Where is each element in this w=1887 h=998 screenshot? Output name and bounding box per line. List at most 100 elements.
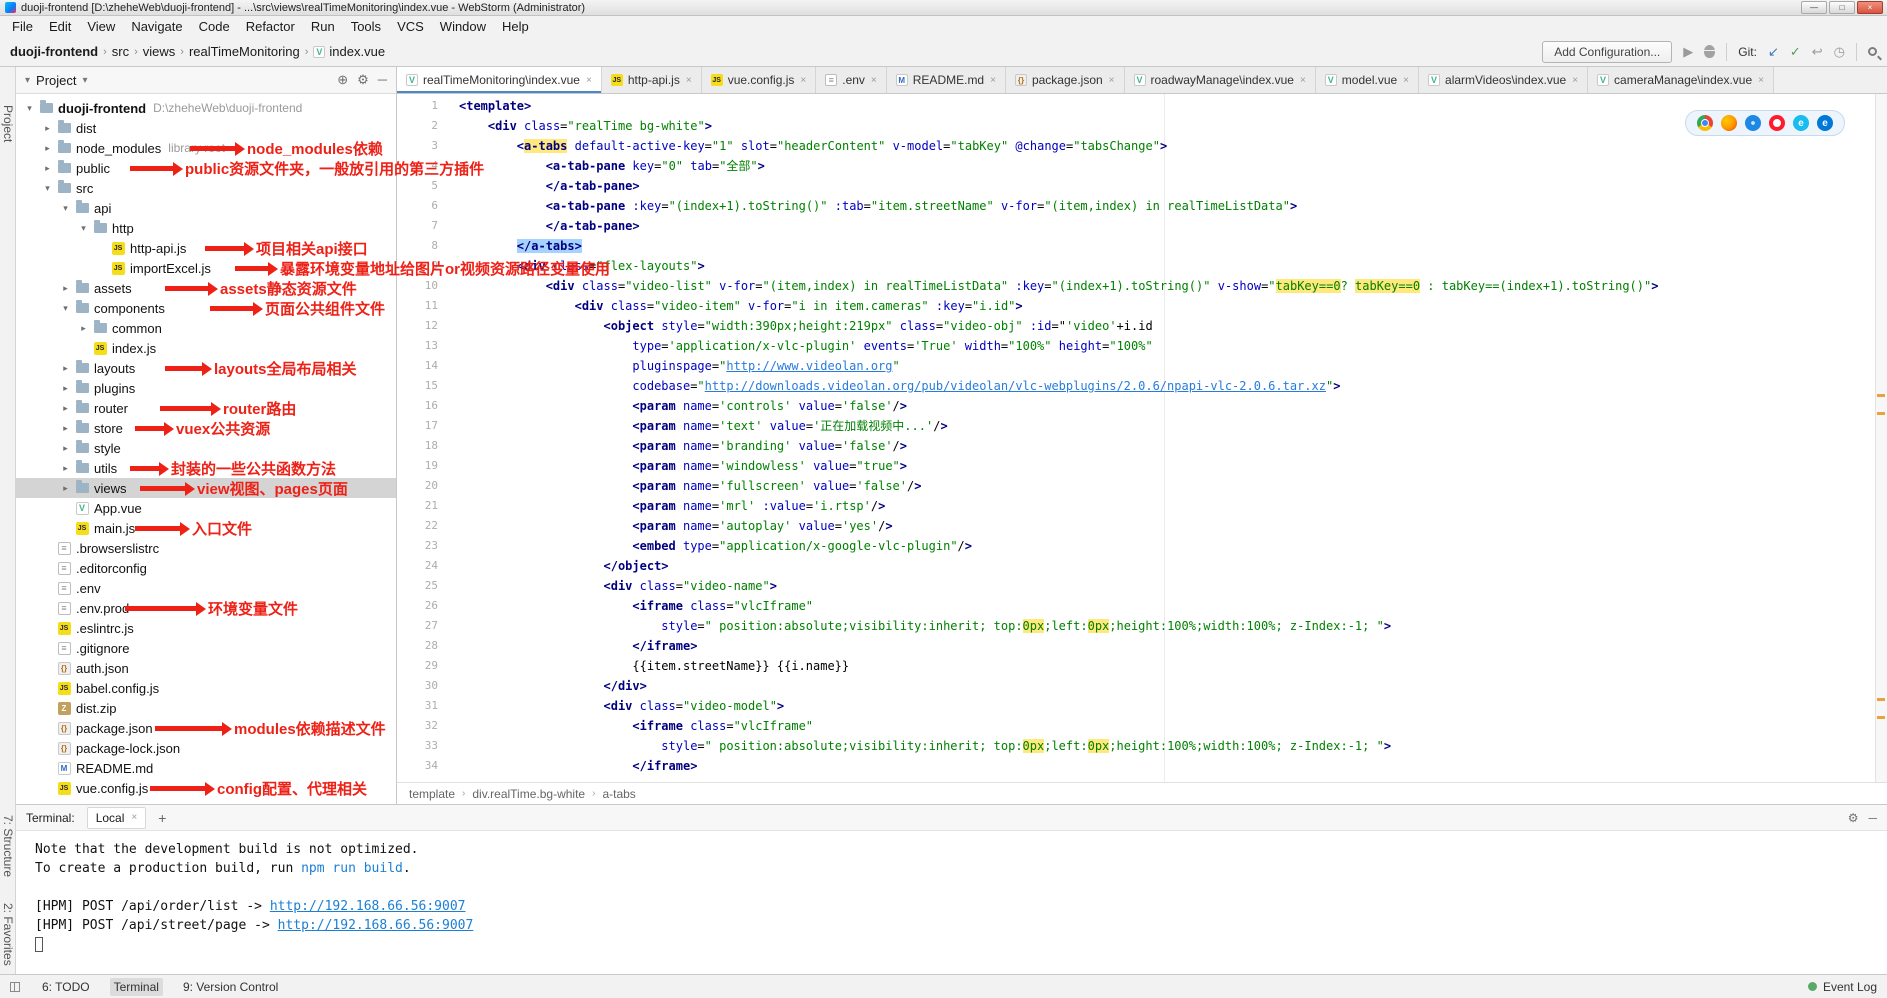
tree-item-assets[interactable]: ▸assets [16, 278, 396, 298]
safari-browser-icon[interactable] [1745, 115, 1761, 131]
code-line[interactable]: 13 type='application/x-vlc-plugin' event… [397, 336, 1875, 356]
menu-view[interactable]: View [79, 17, 123, 36]
code-line[interactable]: 10 <div class="video-list" v-for="(item,… [397, 276, 1875, 296]
gear-icon[interactable]: ⚙ [357, 72, 369, 88]
git-commit-icon[interactable]: ✓ [1790, 45, 1801, 58]
line-number[interactable]: 12 [397, 316, 447, 336]
tree-item-README.md[interactable]: MREADME.md [16, 758, 396, 778]
tree-item-duoji-frontend[interactable]: ▾duoji-frontendD:\zheheWeb\duoji-fronten… [16, 98, 396, 118]
tree-item-public[interactable]: ▸public [16, 158, 396, 178]
code-line[interactable]: 18 <param name='branding' value='false'/… [397, 436, 1875, 456]
tree-item-dist[interactable]: ▸dist [16, 118, 396, 138]
tree-item-.editorconfig[interactable]: ≡.editorconfig [16, 558, 396, 578]
tree-item-utils[interactable]: ▸utils [16, 458, 396, 478]
tree-item-App.vue[interactable]: VApp.vue [16, 498, 396, 518]
debug-icon[interactable] [1704, 45, 1715, 58]
statusbar-6todo[interactable]: 6: TODO [38, 978, 94, 996]
line-number[interactable]: 22 [397, 516, 447, 536]
tab-close-icon[interactable]: × [1403, 75, 1409, 86]
chrome-browser-icon[interactable] [1697, 115, 1713, 131]
code-editor[interactable]: 1<template>2 <div class="realTime bg-whi… [397, 94, 1887, 782]
code-line[interactable]: 4 <a-tab-pane key="0" tab="全部"> [397, 156, 1875, 176]
breadcrumb-item-views[interactable]: views [143, 44, 176, 59]
menu-window[interactable]: Window [432, 17, 494, 36]
panel-caret-icon[interactable]: ▾ [25, 75, 30, 86]
menu-vcs[interactable]: VCS [389, 17, 432, 36]
code-line[interactable]: 31 <div class="video-model"> [397, 696, 1875, 716]
line-number[interactable]: 31 [397, 696, 447, 716]
line-number[interactable]: 16 [397, 396, 447, 416]
menu-navigate[interactable]: Navigate [123, 17, 190, 36]
tree-item-.browserslistrc[interactable]: ≡.browserslistrc [16, 538, 396, 558]
chevron-down-icon[interactable]: ▾ [76, 223, 91, 234]
code-line[interactable]: 25 <div class="video-name"> [397, 576, 1875, 596]
error-stripe[interactable] [1875, 94, 1887, 782]
tab-close-icon[interactable]: × [1300, 75, 1306, 86]
line-number[interactable]: 15 [397, 376, 447, 396]
line-number[interactable]: 6 [397, 196, 447, 216]
code-line[interactable]: 28 </iframe> [397, 636, 1875, 656]
tab-close-icon[interactable]: × [871, 75, 877, 86]
tab-close-icon[interactable]: × [1572, 75, 1578, 86]
menu-refactor[interactable]: Refactor [238, 17, 303, 36]
menu-edit[interactable]: Edit [41, 17, 79, 36]
tree-item-vue.config.js[interactable]: JSvue.config.js [16, 778, 396, 798]
line-number[interactable]: 30 [397, 676, 447, 696]
line-number[interactable]: 27 [397, 616, 447, 636]
chevron-down-icon[interactable]: ▾ [40, 183, 55, 194]
chevron-right-icon[interactable]: ▸ [58, 283, 73, 294]
firefox-browser-icon[interactable] [1721, 115, 1737, 131]
tree-item-store[interactable]: ▸store [16, 418, 396, 438]
chevron-right-icon[interactable]: ▸ [58, 423, 73, 434]
terminal-link[interactable]: http://192.168.66.56:9007 [278, 918, 474, 933]
editor-tab-roadwayManage-index.vue[interactable]: VroadwayManage\index.vue× [1125, 67, 1316, 93]
line-number[interactable]: 18 [397, 436, 447, 456]
code-line[interactable]: 20 <param name='fullscreen' value='false… [397, 476, 1875, 496]
code-line[interactable]: 19 <param name='windowless' value="true"… [397, 456, 1875, 476]
line-number[interactable]: 4 [397, 156, 447, 176]
editor-breadcrumb-a-tabs[interactable]: a-tabs [602, 787, 635, 801]
tree-item-views[interactable]: ▸views [16, 478, 396, 498]
code-line[interactable]: 24 </object> [397, 556, 1875, 576]
code-line[interactable]: 29 {{item.streetName}} {{i.name}} [397, 656, 1875, 676]
breadcrumb-item-duoji-frontend[interactable]: duoji-frontend [10, 44, 98, 59]
menu-run[interactable]: Run [303, 17, 343, 36]
line-number[interactable]: 24 [397, 556, 447, 576]
code-line[interactable]: 6 <a-tab-pane :key="(index+1).toString()… [397, 196, 1875, 216]
revert-icon[interactable]: ↩ [1812, 45, 1823, 58]
code-line[interactable]: 33 style=" position:absolute;visibility:… [397, 736, 1875, 756]
tree-item-babel.config.js[interactable]: JSbabel.config.js [16, 678, 396, 698]
line-number[interactable]: 10 [397, 276, 447, 296]
editor-tab-cameraManage-index.vue[interactable]: VcameraManage\index.vue× [1588, 67, 1774, 93]
tab-close-icon[interactable]: × [1109, 75, 1115, 86]
code-line[interactable]: 23 <embed type="application/x-google-vlc… [397, 536, 1875, 556]
tree-item-api[interactable]: ▾api [16, 198, 396, 218]
code-line[interactable]: 3 <a-tabs default-active-key="1" slot="h… [397, 136, 1875, 156]
event-log-button[interactable]: Event Log [1823, 980, 1877, 994]
tree-item-http[interactable]: ▾http [16, 218, 396, 238]
code-line[interactable]: 22 <param name='autoplay' value='yes'/> [397, 516, 1875, 536]
tree-item-dist.zip[interactable]: Zdist.zip [16, 698, 396, 718]
line-number[interactable]: 28 [397, 636, 447, 656]
new-terminal-session-icon[interactable]: + [158, 810, 166, 826]
locate-file-icon[interactable]: ⊕ [337, 72, 348, 88]
project-panel-title[interactable]: Project [36, 73, 76, 88]
code-line[interactable]: 21 <param name='mrl' :value='i.rtsp'/> [397, 496, 1875, 516]
tab-close-icon[interactable]: × [800, 75, 806, 86]
code-line[interactable]: 32 <iframe class="vlcIframe" [397, 716, 1875, 736]
maximize-button[interactable]: □ [1829, 1, 1855, 14]
terminal-link[interactable]: http://192.168.66.56:9007 [270, 899, 466, 914]
line-number[interactable]: 8 [397, 236, 447, 256]
statusbar-terminal[interactable]: Terminal [110, 978, 163, 996]
tree-item-plugins[interactable]: ▸plugins [16, 378, 396, 398]
code-line[interactable]: 5 </a-tab-pane> [397, 176, 1875, 196]
tree-item-package.json[interactable]: {}package.json [16, 718, 396, 738]
chevron-right-icon[interactable]: ▸ [40, 143, 55, 154]
statusbar-9versioncontrol[interactable]: 9: Version Control [179, 978, 282, 996]
line-number[interactable]: 5 [397, 176, 447, 196]
chevron-right-icon[interactable]: ▸ [58, 383, 73, 394]
run-icon[interactable]: ▶ [1683, 45, 1693, 58]
tree-item-http-api.js[interactable]: JShttp-api.js [16, 238, 396, 258]
code-line[interactable]: 2 <div class="realTime bg-white"> [397, 116, 1875, 136]
line-number[interactable]: 20 [397, 476, 447, 496]
